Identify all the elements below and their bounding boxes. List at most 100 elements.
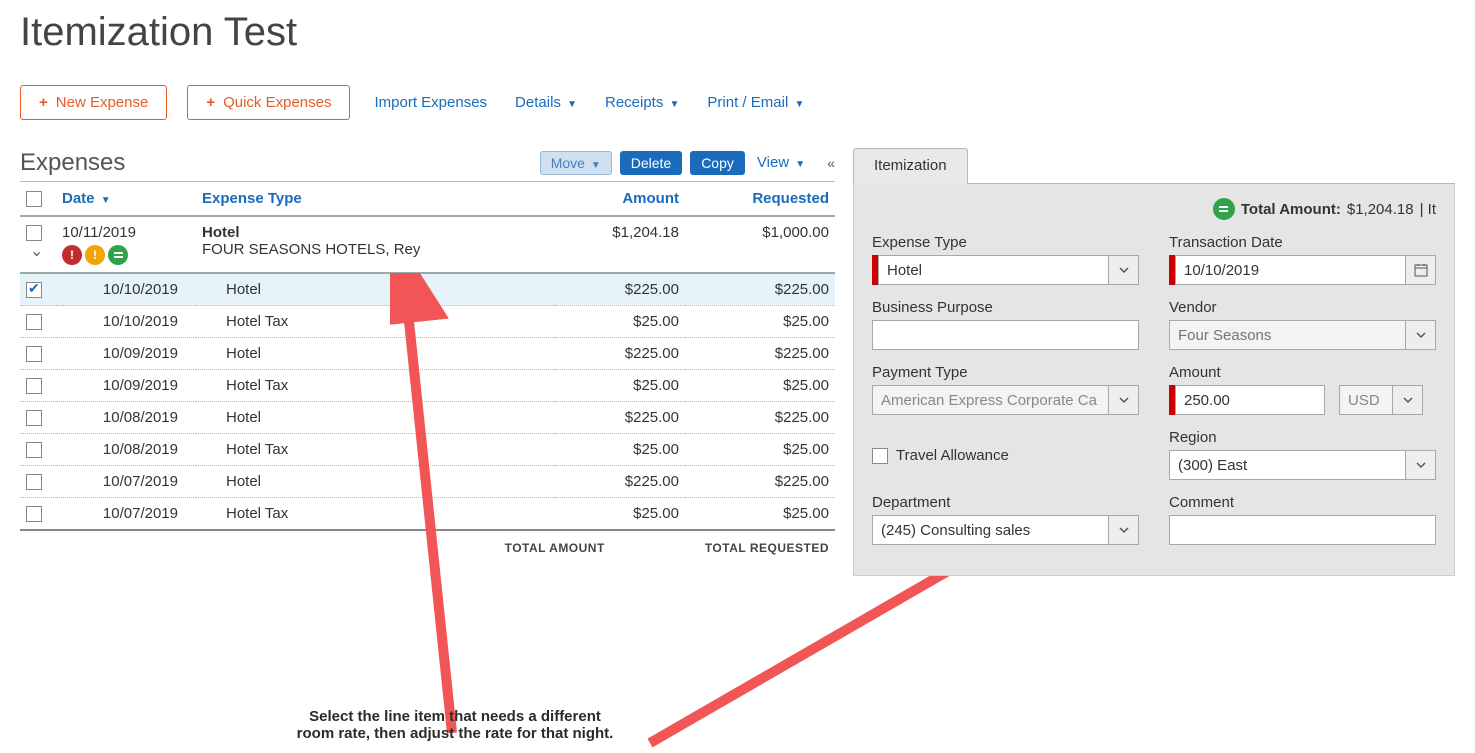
expense-group-row[interactable]: ⌄ 10/11/2019 ! ! Hotel FOUR (20, 216, 835, 273)
row-type: Hotel (196, 338, 555, 370)
region-input[interactable] (1169, 450, 1406, 480)
row-amount: $25.00 (555, 370, 685, 402)
region-dropdown-button[interactable] (1406, 450, 1436, 480)
table-row[interactable]: 10/10/2019Hotel$225.00$225.00 (20, 273, 835, 306)
delete-button[interactable]: Delete (620, 151, 682, 175)
row-amount: $225.00 (555, 466, 685, 498)
group-vendor: FOUR SEASONS HOTELS, Rey (202, 241, 549, 258)
row-checkbox[interactable] (26, 474, 42, 490)
col-date[interactable]: Date ▼ (56, 182, 196, 217)
expense-type-input[interactable] (878, 255, 1109, 285)
col-expense-type[interactable]: Expense Type (196, 182, 555, 217)
row-checkbox[interactable] (26, 410, 42, 426)
transaction-date-input[interactable] (1175, 255, 1406, 285)
vendor-dropdown-button[interactable] (1406, 320, 1436, 350)
annotation-line1: Select the line item that needs a differ… (235, 708, 675, 725)
row-date: 10/09/2019 (56, 338, 196, 370)
new-expense-button[interactable]: + New Expense (20, 85, 167, 120)
field-amount: Amount (1169, 364, 1436, 415)
expenses-section-title: Expenses (20, 149, 125, 177)
quick-expenses-button[interactable]: + Quick Expenses (187, 85, 350, 120)
row-requested: $225.00 (685, 273, 835, 306)
row-date: 10/08/2019 (56, 434, 196, 466)
travel-allowance-checkbox[interactable] (872, 448, 888, 464)
vendor-input[interactable] (1169, 320, 1406, 350)
row-type: Hotel (196, 273, 555, 306)
sort-desc-icon: ▼ (101, 195, 111, 206)
currency-dropdown-button[interactable] (1393, 385, 1423, 415)
field-travel-allowance: Travel Allowance (872, 429, 1139, 480)
row-amount: $25.00 (555, 498, 685, 531)
chevron-down-icon[interactable]: ⌄ (30, 243, 43, 260)
payment-type-input[interactable] (872, 385, 1109, 415)
row-amount: $225.00 (555, 402, 685, 434)
collapse-pane-icon[interactable]: « (827, 155, 835, 171)
row-checkbox[interactable] (26, 442, 42, 458)
alert-warning-icon: ! (85, 245, 105, 265)
group-amount: $1,204.18 (555, 216, 685, 273)
calendar-button[interactable] (1406, 255, 1436, 285)
row-checkbox[interactable] (26, 225, 42, 241)
move-button[interactable]: Move ▼ (540, 151, 612, 175)
field-expense-type: Expense Type (872, 234, 1139, 285)
payment-type-dropdown-button[interactable] (1109, 385, 1139, 415)
row-amount: $225.00 (555, 338, 685, 370)
department-label: Department (872, 494, 1139, 511)
page-title: Itemization Test (20, 10, 1455, 55)
table-row[interactable]: 10/08/2019Hotel$225.00$225.00 (20, 402, 835, 434)
row-type: Hotel (196, 466, 555, 498)
receipts-label: Receipts (605, 94, 663, 111)
caret-down-icon: ▼ (794, 99, 804, 110)
view-menu[interactable]: View ▼ (753, 148, 809, 177)
amount-input[interactable] (1175, 385, 1325, 415)
quick-expenses-label: Quick Expenses (223, 94, 331, 111)
details-menu[interactable]: Details ▼ (511, 88, 581, 117)
row-checkbox[interactable] (26, 506, 42, 522)
row-requested: $225.00 (685, 466, 835, 498)
caret-down-icon: ▼ (591, 160, 601, 171)
department-dropdown-button[interactable] (1109, 515, 1139, 545)
table-row[interactable]: 10/09/2019Hotel$225.00$225.00 (20, 338, 835, 370)
amount-label: Amount (1169, 364, 1436, 381)
department-input[interactable] (872, 515, 1109, 545)
print-email-menu[interactable]: Print / Email ▼ (703, 88, 808, 117)
chevron-down-icon (1119, 265, 1129, 275)
group-date: 10/11/2019 (62, 224, 190, 241)
receipts-menu[interactable]: Receipts ▼ (601, 88, 683, 117)
copy-button[interactable]: Copy (690, 151, 745, 175)
tab-itemization[interactable]: Itemization (853, 148, 968, 184)
col-amount[interactable]: Amount (555, 182, 685, 217)
table-row[interactable]: 10/09/2019Hotel Tax$25.00$25.00 (20, 370, 835, 402)
table-row[interactable]: 10/07/2019Hotel$225.00$225.00 (20, 466, 835, 498)
import-expenses-link[interactable]: Import Expenses (370, 88, 491, 117)
col-requested[interactable]: Requested (685, 182, 835, 217)
field-comment: Comment (1169, 494, 1436, 545)
expense-type-dropdown-button[interactable] (1109, 255, 1139, 285)
row-checkbox[interactable] (26, 378, 42, 394)
row-amount: $25.00 (555, 434, 685, 466)
field-business-purpose: Business Purpose (872, 299, 1139, 350)
field-vendor: Vendor (1169, 299, 1436, 350)
field-transaction-date: Transaction Date (1169, 234, 1436, 285)
row-requested: $25.00 (685, 306, 835, 338)
comment-label: Comment (1169, 494, 1436, 511)
chevron-down-icon (1119, 395, 1129, 405)
itemization-pane: Total Amount: $1,204.18 | It Expense Typ… (853, 184, 1455, 576)
select-all-checkbox[interactable] (26, 191, 42, 207)
plus-icon: + (39, 94, 48, 111)
row-checkbox[interactable] (26, 346, 42, 362)
comment-input[interactable] (1169, 515, 1436, 545)
table-actions: Move ▼ Delete Copy View ▼ « (540, 148, 835, 177)
table-row[interactable]: 10/08/2019Hotel Tax$25.00$25.00 (20, 434, 835, 466)
row-checkbox[interactable] (26, 314, 42, 330)
caret-down-icon: ▼ (567, 99, 577, 110)
total-amount-value: $1,204.18 (1347, 201, 1414, 218)
currency-input[interactable] (1339, 385, 1393, 415)
business-purpose-input[interactable] (872, 320, 1139, 350)
new-expense-label: New Expense (56, 94, 149, 111)
table-row[interactable]: 10/10/2019Hotel Tax$25.00$25.00 (20, 306, 835, 338)
row-date: 10/10/2019 (56, 273, 196, 306)
table-row[interactable]: 10/07/2019Hotel Tax$25.00$25.00 (20, 498, 835, 531)
row-date: 10/07/2019 (56, 498, 196, 531)
row-checkbox[interactable] (26, 282, 42, 298)
